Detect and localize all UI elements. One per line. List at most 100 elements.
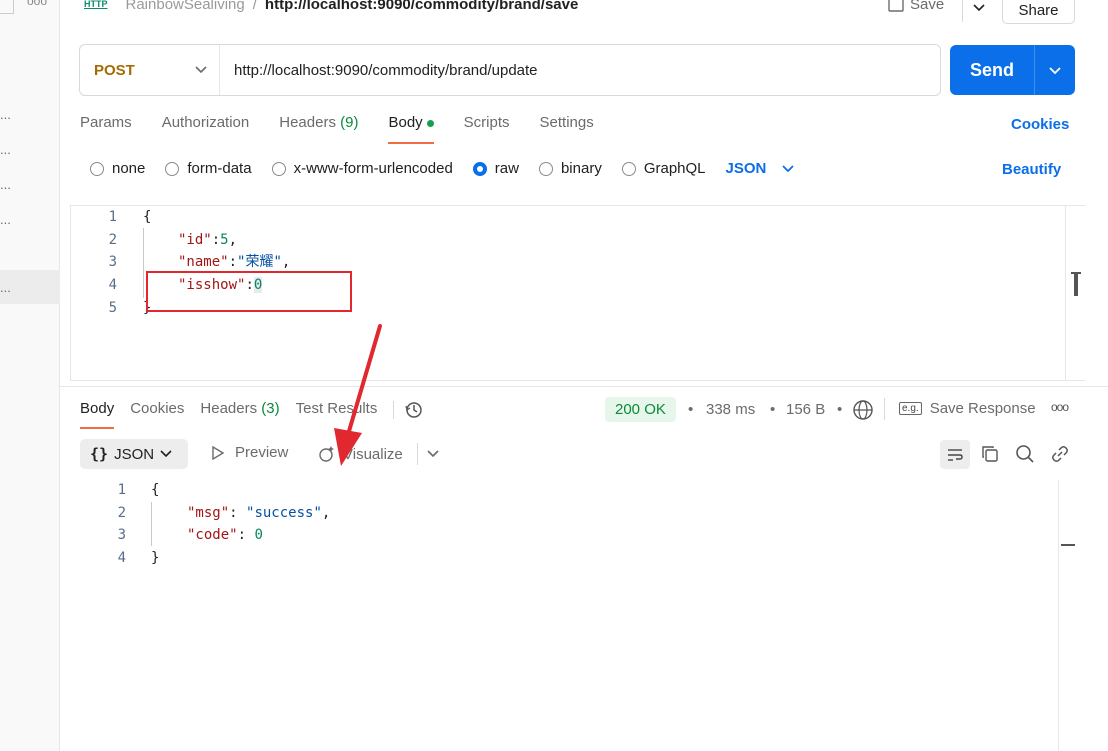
link-icon[interactable] [1047, 441, 1073, 467]
divider [417, 443, 418, 465]
indent-guide [151, 502, 152, 546]
sidebar-item-menu[interactable]: ... [0, 107, 11, 122]
history-icon[interactable] [404, 400, 424, 420]
scrollbar-thumb[interactable] [1071, 272, 1081, 296]
sidebar: ... ... ... ... ... ooo [0, 0, 60, 751]
share-button[interactable]: Share [1002, 0, 1075, 24]
scrollbar-thumb[interactable] [1061, 544, 1075, 546]
globe-icon[interactable] [852, 399, 874, 421]
divider [60, 386, 1108, 387]
annotation-highlight-box [146, 271, 352, 312]
response-tab-cookies[interactable]: Cookies [130, 399, 184, 429]
cookies-link[interactable]: Cookies [1011, 116, 1069, 133]
code-brace-open: { [143, 209, 152, 225]
tab-body[interactable]: Body [388, 114, 434, 144]
line-number: 2 [108, 232, 117, 248]
save-button[interactable]: Save [888, 0, 944, 13]
status-badge: 200 OK [605, 397, 676, 422]
radio-urlencoded[interactable]: x-www-form-urlencoded [271, 160, 453, 177]
breadcrumb: HTTP RainbowSealiving / http://localhost… [84, 0, 578, 13]
response-size: 156 B [786, 401, 826, 418]
radio-icon [165, 161, 180, 176]
chevron-down-icon[interactable] [426, 449, 440, 459]
radio-icon [538, 161, 553, 176]
code-line-name: "name":"荣耀", [178, 254, 291, 270]
chevron-down-icon [160, 450, 172, 458]
radio-form-data-label: form-data [187, 160, 252, 177]
radio-none[interactable]: none [90, 160, 145, 177]
tab-params[interactable]: Params [80, 114, 132, 144]
radio-graphql[interactable]: GraphQL [621, 160, 706, 177]
save-response-button[interactable]: e.g. Save Response [899, 400, 1036, 417]
example-icon: e.g. [899, 402, 922, 415]
radio-graphql-label: GraphQL [643, 160, 706, 177]
chevron-down-icon [195, 66, 207, 74]
line-number: 1 [117, 482, 126, 498]
response-tab-headers-label: Headers [200, 400, 258, 417]
radio-selected-icon [472, 161, 487, 176]
method-select[interactable]: POST [80, 45, 220, 95]
body-format-select[interactable]: JSON [726, 160, 795, 177]
radio-urlencoded-label: x-www-form-urlencoded [293, 160, 453, 177]
code-brace-open: { [151, 482, 160, 498]
sidebar-item-menu[interactable]: ... [0, 177, 11, 192]
play-icon [212, 445, 225, 460]
preview-button[interactable]: Preview [211, 444, 288, 461]
tab-headers-label: Headers [279, 114, 336, 131]
tab-authorization[interactable]: Authorization [162, 114, 250, 144]
divider [884, 398, 885, 420]
breadcrumb-collection[interactable]: RainbowSealiving [126, 0, 245, 13]
radio-form-data[interactable]: form-data [165, 160, 252, 177]
more-icon[interactable]: ooo [27, 0, 47, 8]
chevron-down-icon [782, 164, 795, 172]
braces-icon: {} [90, 445, 109, 463]
tab-body-label: Body [388, 114, 423, 131]
editor-scrollbar[interactable] [1065, 205, 1085, 381]
response-tab-headers-count: (3) [261, 400, 280, 417]
sidebar-item-selected[interactable]: ... [0, 270, 60, 304]
radio-none-label: none [112, 160, 146, 177]
line-number: 4 [108, 277, 117, 293]
code-line-code: "code": 0 [187, 527, 263, 543]
send-options-button[interactable] [1035, 63, 1075, 78]
sidebar-item-menu[interactable]: ... [0, 280, 11, 295]
body-format-label: JSON [725, 160, 767, 177]
sidebar-item-menu[interactable]: ... [0, 212, 11, 227]
annotation-arrow-icon [334, 324, 382, 466]
line-number: 5 [108, 300, 117, 316]
body-type-selector: none form-data x-www-form-urlencoded raw… [90, 160, 814, 177]
radio-icon [621, 161, 636, 176]
response-scrollbar[interactable] [1058, 480, 1076, 751]
tab-scripts[interactable]: Scripts [464, 114, 510, 144]
more-options-icon[interactable]: ooo [1051, 400, 1069, 414]
request-name[interactable]: http://localhost:9090/commodity/brand/sa… [265, 0, 578, 13]
line-number: 4 [117, 550, 126, 566]
response-format-select[interactable]: {} JSON [80, 439, 188, 469]
send-button[interactable]: Send [950, 45, 1075, 95]
send-label: Send [969, 59, 1014, 80]
preview-label: Preview [235, 444, 289, 461]
search-icon[interactable] [1012, 441, 1038, 467]
indent-guide [143, 228, 144, 298]
tab-headers[interactable]: Headers (9) [279, 114, 358, 144]
tab-settings[interactable]: Settings [540, 114, 594, 144]
sidebar-item-menu[interactable]: ... [0, 142, 11, 157]
body-indicator-dot [426, 119, 434, 127]
url-input[interactable]: http://localhost:9090/commodity/brand/up… [220, 62, 538, 79]
radio-raw[interactable]: raw [472, 160, 519, 177]
wrap-lines-icon[interactable] [940, 440, 970, 469]
chevron-down-icon [1049, 66, 1061, 74]
save-response-label: Save Response [929, 400, 1036, 417]
response-body-viewer[interactable]: 1 2 3 4 { "msg": "success", "code": 0 } [60, 478, 1060, 751]
save-options-button[interactable] [962, 0, 994, 22]
chevron-down-icon [973, 4, 985, 12]
copy-icon[interactable] [977, 441, 1003, 467]
line-number: 3 [108, 254, 117, 270]
response-tab-body[interactable]: Body [80, 399, 115, 429]
meta-separator: • [837, 401, 843, 418]
beautify-button[interactable]: Beautify [1002, 161, 1061, 178]
meta-separator: • [770, 401, 776, 418]
code-line-msg: "msg": "success", [187, 505, 331, 521]
response-tab-headers[interactable]: Headers (3) [200, 399, 279, 429]
radio-binary[interactable]: binary [538, 160, 602, 177]
